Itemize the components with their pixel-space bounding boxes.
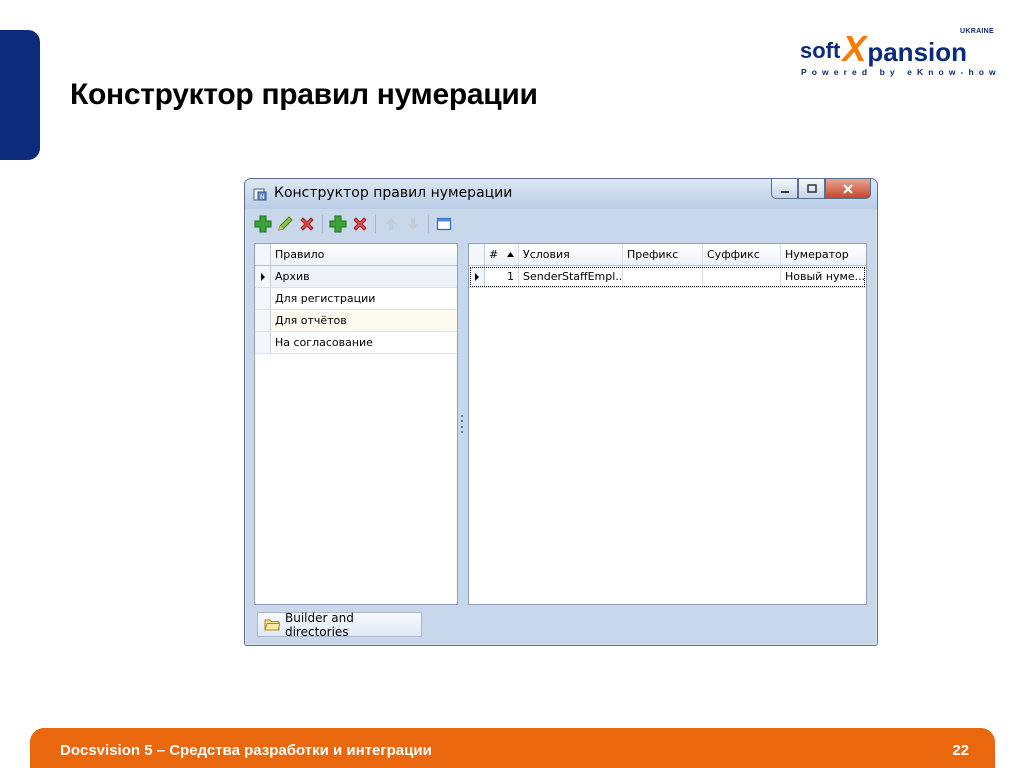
rule-row[interactable]: Для регистрации (255, 288, 457, 310)
conditions-grid: # Условия Префикс Суффикс Нумератор 1 Se… (468, 243, 867, 605)
rule-name: На согласование (275, 336, 373, 349)
rule-row[interactable]: На согласование (255, 332, 457, 354)
footer-text: Docsvision 5 – Средства разработки и инт… (60, 742, 432, 759)
condition-row[interactable]: 1 SenderStaffEmpl... Новый нуме... (469, 266, 866, 288)
sort-ascending-icon (507, 252, 514, 257)
logo-soft: soft (800, 38, 841, 63)
window-titlebar[interactable]: N Конструктор правил нумерации (245, 179, 877, 209)
window-statusbar: Builder and directories (254, 610, 870, 639)
delete-icon (353, 217, 367, 231)
app-icon: N (253, 188, 267, 201)
column-header-number[interactable]: # (485, 244, 519, 265)
svg-text:N: N (260, 194, 265, 201)
column-header-conditions[interactable]: Условия (519, 244, 623, 265)
current-row-arrow-icon (260, 272, 265, 281)
toolbar-separator (322, 215, 323, 233)
condition-text: SenderStaffEmpl... (519, 266, 623, 287)
logo-country: UKRAINE (960, 28, 994, 35)
column-header-numerator[interactable]: Нумератор (781, 244, 866, 265)
builder-directories-tab[interactable]: Builder and directories (257, 610, 422, 639)
open-window-button[interactable] (433, 213, 455, 235)
column-header-suffix[interactable]: Суффикс (703, 244, 781, 265)
row-indicator-header (469, 244, 485, 265)
rule-name: Архив (275, 270, 310, 283)
toolbar (252, 211, 872, 237)
arrow-down-icon (407, 218, 419, 230)
logo-tagline: Powered by eKnow-how (801, 67, 1001, 77)
row-indicator (255, 310, 271, 331)
row-indicator (255, 332, 271, 353)
add-icon (254, 215, 272, 233)
toolbar-separator (428, 215, 429, 233)
slide-footer: Docsvision 5 – Средства разработки и инт… (30, 728, 995, 768)
delete-rule-button[interactable] (296, 213, 318, 235)
condition-suffix (703, 266, 781, 287)
add-icon (329, 215, 347, 233)
builder-directories-label: Builder and directories (284, 610, 354, 639)
row-indicator (469, 266, 485, 287)
softxpansion-logo: softXpansion UKRAINE Powered by eKnow-ho… (800, 28, 1012, 83)
move-down-button[interactable] (402, 213, 424, 235)
edit-icon (278, 216, 293, 231)
rules-grid: Правило Архив Для регистрации Для отчёто… (254, 243, 458, 605)
row-indicator (255, 266, 271, 287)
close-icon (843, 183, 853, 194)
toolbar-separator (375, 215, 376, 233)
pane-splitter[interactable] (461, 415, 464, 433)
column-header-rule[interactable]: Правило (271, 244, 457, 265)
numbering-rules-window: N Конструктор правил нумерации Правило А… (244, 178, 878, 646)
delete-condition-button[interactable] (349, 213, 371, 235)
rule-row[interactable]: Для отчётов (255, 310, 457, 332)
slide-side-tab (0, 30, 40, 160)
rule-row[interactable]: Архив (255, 266, 457, 288)
rules-grid-header: Правило (255, 244, 457, 266)
move-up-button[interactable] (380, 213, 402, 235)
current-row-arrow-icon (474, 272, 479, 281)
conditions-grid-header: # Условия Префикс Суффикс Нумератор (469, 244, 866, 266)
rule-name: Для регистрации (275, 292, 376, 305)
condition-numerator: Новый нуме... (785, 270, 866, 283)
window-controls (771, 179, 871, 199)
add-condition-button[interactable] (327, 213, 349, 235)
logo-x: X (842, 28, 867, 69)
maximize-button[interactable] (798, 179, 825, 199)
rule-name: Для отчётов (275, 314, 347, 327)
column-header-prefix[interactable]: Префикс (623, 244, 703, 265)
minimize-button[interactable] (771, 179, 798, 199)
window-icon (436, 217, 452, 231)
column-header-number-label: # (489, 248, 499, 261)
folder-icon (264, 619, 280, 631)
delete-icon (300, 217, 314, 231)
maximize-icon (806, 183, 817, 193)
close-button[interactable] (825, 179, 871, 199)
window-title: Конструктор правил нумерации (274, 185, 513, 201)
logo-pansion: pansion (867, 37, 968, 67)
condition-prefix (623, 266, 703, 287)
row-indicator (255, 288, 271, 309)
add-rule-button[interactable] (252, 213, 274, 235)
minimize-icon (780, 190, 789, 193)
page-number: 22 (952, 742, 969, 759)
arrow-up-icon (385, 218, 397, 230)
edit-rule-button[interactable] (274, 213, 296, 235)
logo-wordmark: softXpansion (800, 28, 967, 70)
row-indicator-header (255, 244, 271, 265)
condition-number: 1 (485, 266, 519, 287)
slide-title: Конструктор правил нумерации (70, 78, 538, 111)
